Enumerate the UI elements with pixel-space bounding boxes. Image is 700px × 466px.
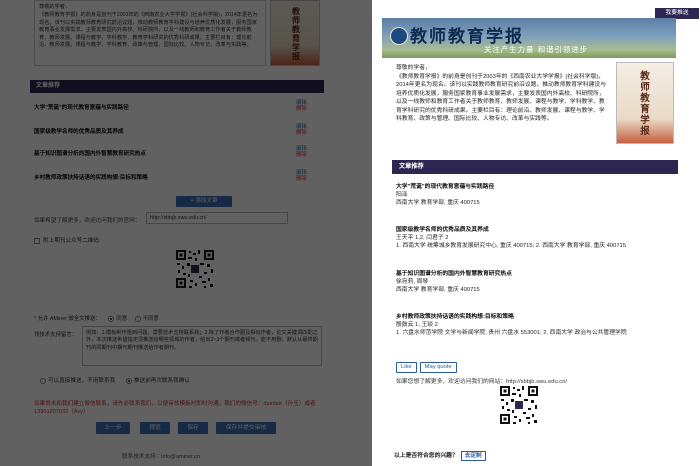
article-item: 国家级教学名师的优秀品质及其养成 王天平 1,2, 闫君子 2 1. 西南大学 …: [396, 226, 676, 250]
article-title: 国家级教学名师的优秀品质及其养成: [34, 129, 124, 135]
article-title-link[interactable]: 大学"荒诞"的现代教育意蕴与实践路径: [396, 183, 676, 191]
section-header: 文章推荐: [392, 160, 678, 174]
add-article-button[interactable]: + 添加文章: [176, 196, 232, 207]
support-footer: 联系技术支持：info@aminer.cn: [122, 454, 201, 460]
quote-button[interactable]: May quote: [419, 362, 457, 373]
article-row: 乡村教师政策扶持话语的实践构想:目标和策略 编辑 删除: [34, 170, 322, 184]
article-authors: 徐宛莉, 周琴: [396, 279, 429, 285]
qr-checkbox[interactable]: [34, 237, 40, 244]
authorize-no-radio[interactable]: [134, 315, 141, 322]
article-authors: 王天平 1,2, 闫君子 2: [396, 235, 449, 241]
editor-panel: 尊敬的学者， 《教师教育学报》的前身是创刊于2003年的《西南农业大学学报》(社…: [0, 0, 372, 466]
journal-logo-icon: [390, 27, 408, 45]
wechat-note: 如果尚未和我们建立微信联系，请先必联系我们，以便审核模板时即时沟通，我们的微信号…: [34, 401, 316, 415]
article-affiliation: 1. 西南大学 统筹城乡教育发展研究中心, 重庆 400715; 2. 西南大学…: [396, 243, 626, 249]
cover-title: 教师教育学报: [640, 71, 650, 137]
intro-body: 《教师教育学报》的前身是创刊于2003年的《西南农业大学学报》(社会科学版)，2…: [39, 12, 258, 49]
article-authors: 阳泽: [396, 192, 408, 198]
banner-slogan: 关注产生力量 和谐引领进步: [484, 45, 589, 54]
article-affiliation: 西南大学 教育学部, 重庆 400715: [396, 287, 480, 293]
cover-title: 教师教育学报: [292, 6, 300, 61]
article-title: 乡村教师政策扶持话语的实践构想:目标和策略: [34, 175, 148, 181]
authorize-no-label: 不同意: [142, 316, 159, 322]
article-item: 基于知识图谱分析的国内外智慧教育研究热点 徐宛莉, 周琴 西南大学 教育学部, …: [396, 270, 676, 294]
article-title-link[interactable]: 基于知识图谱分析的国内外智慧教育研究热点: [396, 270, 676, 278]
interest-question: 以上是否符合您的兴趣？: [394, 453, 458, 459]
confirm-push-option[interactable]: 推送前再次联系我确认: [120, 376, 190, 384]
like-button[interactable]: Like: [396, 362, 417, 373]
delete-link[interactable]: 删除: [296, 176, 322, 182]
save-button[interactable]: 保存: [178, 422, 208, 434]
delete-link[interactable]: 删除: [296, 130, 322, 136]
article-item: 大学"荒诞"的现代教育意蕴与实践路径 阳泽 西南大学 教育学部, 重庆 4007…: [396, 183, 676, 207]
article-title: 大学"荒诞"的现代教育意蕴与实践路径: [34, 105, 129, 111]
article-title-link[interactable]: 乡村教师政策扶持话语的实践构想:目标和策略: [396, 313, 676, 321]
qr-code-icon: [498, 384, 540, 426]
journal-banner: 教师教育学报 关注产生力量 和谐引领进步: [382, 18, 676, 58]
confirm-push-radio[interactable]: [126, 377, 132, 384]
editor-content: 尊敬的学者， 《教师教育学报》的前身是创刊于2003年的《西南农业大学学报》(社…: [26, 0, 326, 466]
qr-checkbox-label: 附上期刊公众号二维码: [43, 238, 99, 244]
authorize-yes-label: 同意: [116, 316, 128, 322]
customize-button[interactable]: 去定制: [460, 451, 486, 461]
delete-link[interactable]: 删除: [296, 106, 322, 112]
preview-panel: 我要推送 教师教育学报 关注产生力量 和谐引领进步 尊敬的学者， 《教师教育学报…: [372, 0, 700, 466]
support-message-label: 领技术支持留言：: [34, 332, 78, 338]
section-header: 文章推荐: [30, 80, 324, 93]
article-row: 基于知识图谱分析的国内外智慧教育研究热点 编辑 删除: [34, 146, 322, 160]
delete-link[interactable]: 删除: [296, 152, 322, 158]
article-row: 大学"荒诞"的现代教育意蕴与实践路径 编辑 删除: [34, 100, 322, 114]
contact-options: 可以直接推送，不用联系我 推送前再次联系我确认: [34, 376, 324, 384]
submit-button[interactable]: 保存并提交审核: [216, 422, 276, 434]
more-link[interactable]: 如果您想了解更多，欢迎访问我们的网站：http://xbbjb.swu.edu.…: [396, 376, 567, 385]
article-affiliation: 西南大学 教育学部, 重庆 400715: [396, 200, 480, 206]
journal-cover: 教师教育学报: [616, 62, 674, 144]
direct-push-label: 可以直接推送，不用联系我: [48, 378, 116, 384]
article-row: 国家级教学名师的优秀品质及其养成 编辑 删除: [34, 124, 322, 138]
article-item: 乡村教师政策扶持话语的实践构想:目标和策略 殷鼓云 1, 王琰 2 1. 六盘水…: [396, 313, 676, 337]
feedback-buttons: Like May quote: [396, 362, 460, 373]
intro-greeting: 尊敬的学者，: [39, 4, 71, 10]
intro-textarea[interactable]: 尊敬的学者， 《教师教育学报》的前身是创刊于2003年的《西南农业大学学报》(社…: [34, 0, 266, 66]
article-authors: 殷鼓云 1, 王琰 2: [396, 322, 438, 328]
authorize-row: * 允许 AMiner 做全文推送： 同意 不同意: [34, 314, 159, 322]
interest-row: 以上是否符合您的兴趣？ 去定制: [394, 450, 486, 461]
confirm-push-label: 推送前再次联系我确认: [134, 378, 190, 384]
qr-code-icon: [174, 248, 216, 290]
greeting: 尊敬的学者，: [396, 65, 431, 71]
authorize-label: * 允许 AMiner 做全文推送：: [34, 316, 101, 322]
website-input[interactable]: http://xbbjb.swu.edu.cn/: [146, 212, 288, 224]
more-label: 如果希望了解更多，欢迎访问我们的官网：: [34, 218, 141, 224]
prev-button[interactable]: 上一步: [96, 422, 130, 434]
preview-button[interactable]: 预览: [140, 422, 170, 434]
article-affiliation: 1. 六盘水师范学院 文学与新闻学院, 贵州 六盘水 553001; 2. 西南…: [396, 330, 627, 336]
intro-text: 《教师教育学报》的前身是创刊于2003年的《西南农业大学学报》(社会科学版)，2…: [396, 74, 606, 123]
action-buttons: 上一步 预览 保存 保存并提交审核: [96, 422, 316, 434]
direct-push-radio[interactable]: [40, 377, 46, 384]
authorize-yes-radio[interactable]: [108, 315, 115, 322]
qr-checkbox-row[interactable]: 附上期刊公众号二维码: [34, 236, 99, 244]
support-message-textarea[interactable]: 例如：1.模板制作遇到问题，需要技术支持联系我；2.除了作者合作圈及相似作者，论…: [82, 326, 322, 366]
article-title-link[interactable]: 国家级教学名师的优秀品质及其养成: [396, 226, 676, 234]
journal-cover-thumbnail[interactable]: 教师教育学报: [270, 0, 320, 66]
direct-push-option[interactable]: 可以直接推送，不用联系我: [34, 377, 116, 384]
article-title: 基于知识图谱分析的国内外智慧教育研究热点: [34, 151, 146, 157]
journal-intro: 《教师教育学报》的前身是创刊于2003年的《西南农业大学学报》(社会科学版)，2…: [396, 73, 606, 124]
